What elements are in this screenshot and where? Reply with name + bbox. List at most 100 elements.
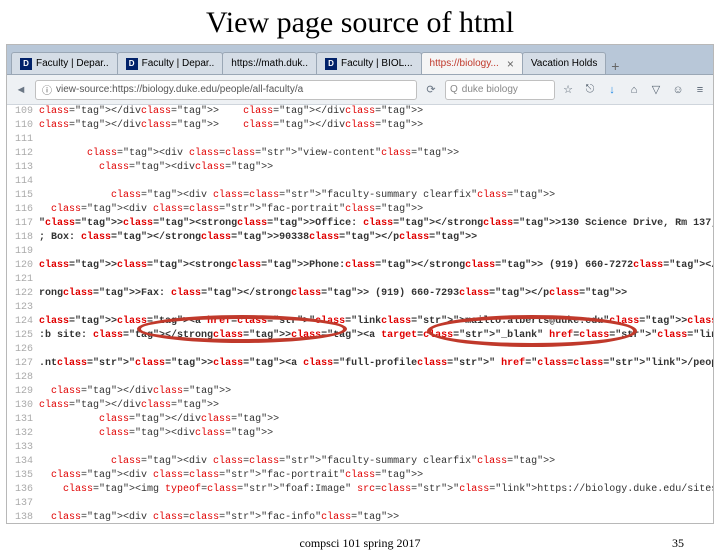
line-number: 121 — [7, 273, 39, 287]
line-number: 113 — [7, 161, 39, 175]
address-bar[interactable]: ⓘ view-source:https://biology.duke.edu/p… — [35, 80, 417, 100]
site-info-icon[interactable]: ⓘ — [42, 82, 52, 97]
line-number: 119 — [7, 245, 39, 259]
line-number: 122 — [7, 287, 39, 301]
slide-number: 35 — [672, 536, 684, 551]
smile-icon[interactable]: ☺ — [671, 83, 685, 97]
toolbar-icons: ☆ ⎋ ↓ ⌂ ▽ ☺ ≡ — [561, 83, 707, 97]
line-number: 126 — [7, 343, 39, 357]
line-number: 110 — [7, 119, 39, 133]
source-line: 131 class="tag"></divclass="tag">> — [7, 413, 713, 427]
tab-3[interactable]: DFaculty | BIOL... — [316, 52, 422, 74]
source-line: 138 class="tag"><div class=class="str">"… — [7, 511, 713, 524]
tab-label: Vacation Holds — [531, 58, 598, 69]
url-toolbar: ◄ ⓘ view-source:https://biology.duke.edu… — [7, 75, 713, 105]
source-line: 136 class="tag"><img typeof=class="str">… — [7, 483, 713, 497]
source-text: class="tag"><div class=class="str">"facu… — [39, 455, 555, 469]
slide-title: View page source of html — [0, 0, 720, 44]
download-icon[interactable]: ↓ — [605, 83, 619, 97]
source-line: 111 — [7, 133, 713, 147]
source-line: 116 class="tag"><div class=class="str">"… — [7, 203, 713, 217]
source-line: 109class="tag"></divclass="tag">> class=… — [7, 105, 713, 119]
source-line: 134 class="tag"><div class=class="str">"… — [7, 455, 713, 469]
line-number: 120 — [7, 259, 39, 273]
tab-5[interactable]: Vacation Holds — [522, 52, 607, 74]
source-line: 124class="tag">>class="tag"><a href=clas… — [7, 315, 713, 329]
source-line: 135 class="tag"><div class=class="str">"… — [7, 469, 713, 483]
nav-back-icon[interactable]: ◄ — [13, 82, 29, 98]
line-number: 133 — [7, 441, 39, 455]
line-number: 130 — [7, 399, 39, 413]
new-tab-button[interactable]: + — [605, 58, 625, 74]
tab-strip: DFaculty | Depar..DFaculty | Depar..http… — [7, 45, 713, 75]
line-number: 132 — [7, 427, 39, 441]
source-line: 115 class="tag"><div class=class="str">"… — [7, 189, 713, 203]
source-text: class="tag"><divclass="tag">> — [39, 161, 273, 175]
menu-icon[interactable]: ≡ — [693, 83, 707, 97]
source-text: ; Box: class="tag"></strongclass="tag">>… — [39, 231, 477, 245]
tab-1[interactable]: DFaculty | Depar.. — [117, 52, 224, 74]
source-line: 114 — [7, 175, 713, 189]
source-text: class="tag">>class="tag"><a href=class="… — [39, 315, 713, 329]
source-line: 121 — [7, 273, 713, 287]
tab-label: Faculty | Depar.. — [36, 58, 109, 69]
line-number: 109 — [7, 105, 39, 119]
source-line: 119 — [7, 245, 713, 259]
line-number: 123 — [7, 301, 39, 315]
line-number: 137 — [7, 497, 39, 511]
source-line: 133 — [7, 441, 713, 455]
source-text: class="tag"><div class=class="str">"facu… — [39, 189, 555, 203]
line-number: 124 — [7, 315, 39, 329]
bookmark-star-icon[interactable]: ☆ — [561, 83, 575, 97]
tab-2[interactable]: https://math.duk.. — [222, 52, 317, 74]
line-number: 134 — [7, 455, 39, 469]
reload-icon[interactable]: ⟳ — [423, 82, 439, 98]
source-line: 120class="tag">>class="tag"><strongclass… — [7, 259, 713, 273]
source-text: .ntclass="str">"class="tag">>class="tag"… — [39, 357, 713, 371]
tab-4[interactable]: https://biology... × — [421, 52, 523, 74]
source-text: class="tag"><img typeof=class="str">"foa… — [39, 483, 713, 497]
source-text: class="tag"><div class=class="str">"fac-… — [39, 469, 423, 483]
line-number: 114 — [7, 175, 39, 189]
source-text: class="tag"><div class=class="str">"fac-… — [39, 511, 399, 524]
source-text: :b site: class="tag"></strongclass="tag"… — [39, 329, 713, 343]
search-input[interactable]: Q duke biology — [445, 80, 555, 100]
source-text: class="tag"></divclass="tag">> class="ta… — [39, 105, 423, 119]
source-line: 117"class="tag">>class="tag"><strongclas… — [7, 217, 713, 231]
search-placeholder: duke biology — [462, 84, 518, 95]
tab-0[interactable]: D Faculty | Depar.. — [11, 52, 118, 74]
close-icon[interactable]: × — [507, 57, 514, 71]
line-number: 116 — [7, 203, 39, 217]
source-line: 128 — [7, 371, 713, 385]
url-text: view-source:https://biology.duke.edu/peo… — [56, 84, 303, 95]
source-line: 112 class="tag"><div class=class="str">"… — [7, 147, 713, 161]
tab-label: https://biology... — [430, 58, 499, 69]
source-text: "class="tag">>class="tag"><strongclass="… — [39, 217, 713, 231]
source-text: class="tag"><divclass="tag">> — [39, 427, 273, 441]
source-line: 113 class="tag"><divclass="tag">> — [7, 161, 713, 175]
source-line: 118; Box: class="tag"></strongclass="tag… — [7, 231, 713, 245]
source-line: 123 — [7, 301, 713, 315]
search-icon: Q — [450, 84, 458, 95]
source-line: 126 — [7, 343, 713, 357]
line-number: 136 — [7, 483, 39, 497]
source-line: 132 class="tag"><divclass="tag">> — [7, 427, 713, 441]
line-number: 117 — [7, 217, 39, 231]
tab-label: Faculty | BIOL... — [341, 58, 413, 69]
source-view[interactable]: 109class="tag"></divclass="tag">> class=… — [7, 105, 713, 524]
line-number: 138 — [7, 511, 39, 524]
pocket-icon[interactable]: ▽ — [649, 83, 663, 97]
home-icon[interactable]: ⌂ — [627, 83, 641, 97]
line-number: 118 — [7, 231, 39, 245]
source-text: class="tag">>class="tag"><strongclass="t… — [39, 259, 713, 273]
line-number: 135 — [7, 469, 39, 483]
browser-frame: DFaculty | Depar..DFaculty | Depar..http… — [6, 44, 714, 524]
source-text: class="tag"></divclass="tag">> — [39, 413, 279, 427]
footer-center-text: compsci 101 spring 2017 — [300, 536, 421, 551]
source-line: 110class="tag"></divclass="tag">> class=… — [7, 119, 713, 133]
line-number: 115 — [7, 189, 39, 203]
favicon-icon: D — [20, 58, 32, 70]
line-number: 128 — [7, 371, 39, 385]
line-number: 129 — [7, 385, 39, 399]
self-icon[interactable]: ⎋ — [583, 83, 597, 97]
